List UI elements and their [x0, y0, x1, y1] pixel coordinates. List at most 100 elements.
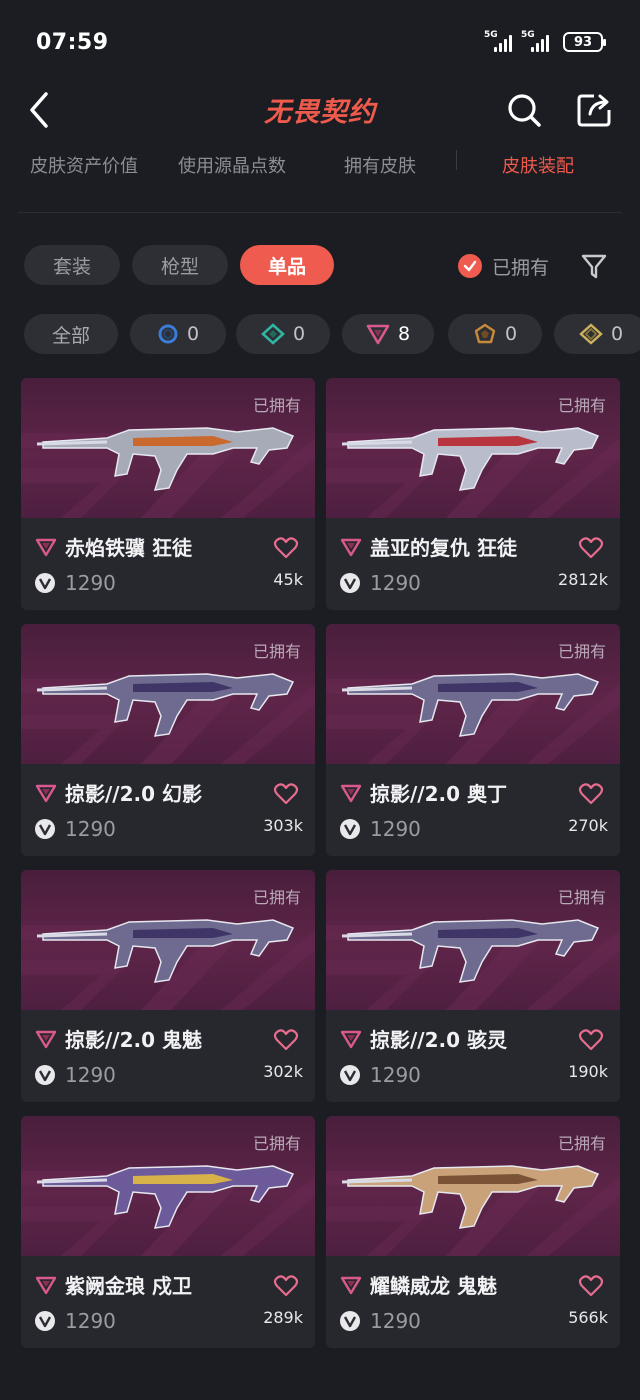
- signal-icon: 5G: [484, 30, 520, 54]
- owned-badge: 已拥有: [557, 888, 606, 907]
- valorant-points-icon: [35, 573, 55, 593]
- filter-funnel-icon: [581, 254, 607, 279]
- like-button[interactable]: [578, 782, 604, 806]
- owned-badge: 已拥有: [557, 1134, 606, 1153]
- tab-skin-loadout[interactable]: 皮肤装配: [502, 152, 574, 178]
- status-bar: 07:59 5G 5G 93: [0, 0, 640, 80]
- heart-icon: [578, 1275, 604, 1297]
- premium-tier-icon: [340, 1030, 362, 1048]
- battery-icon: 93: [563, 32, 606, 52]
- tab-owned-skins[interactable]: 拥有皮肤: [344, 152, 416, 178]
- like-count: 289k: [263, 1308, 303, 1327]
- skin-card[interactable]: 已拥有 赤焰铁骥 狂徒 1290 45k: [21, 378, 315, 610]
- heart-icon: [273, 783, 299, 805]
- valorant-points-icon: [35, 1065, 55, 1085]
- skin-card[interactable]: 已拥有 耀鳞威龙 鬼魅 1290 566k: [326, 1116, 620, 1348]
- valorant-points-icon: [340, 819, 360, 839]
- owned-badge: 已拥有: [252, 888, 301, 907]
- skin-price: 1290: [65, 1063, 116, 1087]
- exclusive-tier-icon: [474, 323, 496, 344]
- skin-card[interactable]: 已拥有 掠影//2.0 骇灵 1290 190k: [326, 870, 620, 1102]
- tier-deluxe-button[interactable]: 0: [236, 314, 330, 354]
- valorant-points-icon: [35, 819, 55, 839]
- heart-icon: [273, 1029, 299, 1051]
- like-button[interactable]: [578, 1028, 604, 1052]
- tab-skin-asset-value[interactable]: 皮肤资产价值: [30, 152, 138, 178]
- skin-price: 1290: [65, 571, 116, 595]
- owned-badge: 已拥有: [252, 642, 301, 661]
- skin-price: 1290: [370, 1063, 421, 1087]
- skin-name: 掠影//2.0 鬼魅: [65, 1028, 203, 1052]
- share-icon: [577, 94, 611, 127]
- like-button[interactable]: [273, 782, 299, 806]
- like-button[interactable]: [578, 536, 604, 560]
- skin-name: 紫阙金琅 戍卫: [65, 1274, 192, 1298]
- valorant-points-icon: [340, 573, 360, 593]
- skin-artwork: 已拥有: [326, 378, 620, 518]
- premium-tier-icon: [35, 538, 57, 556]
- category-single-item-button[interactable]: 单品: [240, 245, 334, 285]
- skin-artwork: 已拥有: [21, 624, 315, 764]
- skin-price: 1290: [370, 817, 421, 841]
- heart-icon: [578, 783, 604, 805]
- like-button[interactable]: [273, 1028, 299, 1052]
- like-button[interactable]: [273, 536, 299, 560]
- page-title: 无畏契约: [264, 97, 376, 128]
- skin-price: 1290: [65, 817, 116, 841]
- premium-tier-icon: [35, 1030, 57, 1048]
- like-count: 302k: [263, 1062, 303, 1081]
- skin-name: 掠影//2.0 幻影: [65, 782, 203, 806]
- category-bundle-button[interactable]: 套装: [24, 245, 120, 285]
- skin-name: 耀鳞威龙 鬼魅: [370, 1274, 497, 1298]
- skin-artwork: 已拥有: [326, 624, 620, 764]
- tier-exclusive-button[interactable]: 0: [448, 314, 542, 354]
- premium-tier-icon: [35, 1276, 57, 1294]
- tab-radianite-points[interactable]: 使用源晶点数: [178, 152, 286, 178]
- premium-tier-icon: [340, 784, 362, 802]
- deluxe-tier-icon: [261, 323, 285, 345]
- like-count: 2812k: [558, 570, 608, 589]
- valorant-points-icon: [340, 1065, 360, 1085]
- premium-tier-icon: [340, 1276, 362, 1294]
- skin-name: 掠影//2.0 奥丁: [370, 782, 508, 806]
- skin-card[interactable]: 已拥有 掠影//2.0 鬼魅 1290 302k: [21, 870, 315, 1102]
- skin-artwork: 已拥有: [326, 870, 620, 1010]
- tier-select-button[interactable]: 0: [130, 314, 226, 354]
- tier-all-button[interactable]: 全部: [24, 314, 118, 354]
- skin-price: 1290: [370, 571, 421, 595]
- skin-card[interactable]: 已拥有 掠影//2.0 奥丁 1290 270k: [326, 624, 620, 856]
- select-tier-icon: [158, 324, 178, 344]
- skin-name: 赤焰铁骥 狂徒: [65, 536, 192, 560]
- like-count: 566k: [568, 1308, 608, 1327]
- search-button[interactable]: [504, 90, 544, 130]
- like-button[interactable]: [578, 1274, 604, 1298]
- status-time: 07:59: [36, 30, 109, 55]
- like-count: 303k: [263, 816, 303, 835]
- tab-separator: [456, 150, 457, 170]
- skin-price: 1290: [65, 1309, 116, 1333]
- like-button[interactable]: [273, 1274, 299, 1298]
- skin-card[interactable]: 已拥有 紫阙金琅 戍卫 1290 289k: [21, 1116, 315, 1348]
- filter-button[interactable]: [578, 250, 610, 282]
- skin-artwork: 已拥有: [21, 378, 315, 518]
- checked-icon: [458, 254, 482, 278]
- skin-card[interactable]: 已拥有 掠影//2.0 幻影 1290 303k: [21, 624, 315, 856]
- back-button[interactable]: [22, 88, 62, 132]
- tier-premium-button[interactable]: 8: [342, 314, 434, 354]
- owned-filter-toggle[interactable]: 已拥有: [458, 250, 549, 282]
- owned-filter-label: 已拥有: [492, 256, 550, 279]
- tier-ultra-button[interactable]: 0: [554, 314, 640, 354]
- skin-name: 掠影//2.0 骇灵: [370, 1028, 508, 1052]
- skin-card[interactable]: 已拥有 盖亚的复仇 狂徒 1290 2812k: [326, 378, 620, 610]
- skin-artwork: 已拥有: [326, 1116, 620, 1256]
- category-weapon-type-button[interactable]: 枪型: [132, 245, 228, 285]
- heart-icon: [273, 1275, 299, 1297]
- signal-icon: 5G: [521, 30, 557, 54]
- owned-badge: 已拥有: [557, 396, 606, 415]
- owned-badge: 已拥有: [252, 396, 301, 415]
- ultra-tier-icon: [579, 323, 603, 345]
- share-button[interactable]: [574, 90, 614, 130]
- premium-tier-icon: [366, 324, 390, 345]
- skin-name: 盖亚的复仇 狂徒: [370, 536, 517, 560]
- skin-price: 1290: [370, 1309, 421, 1333]
